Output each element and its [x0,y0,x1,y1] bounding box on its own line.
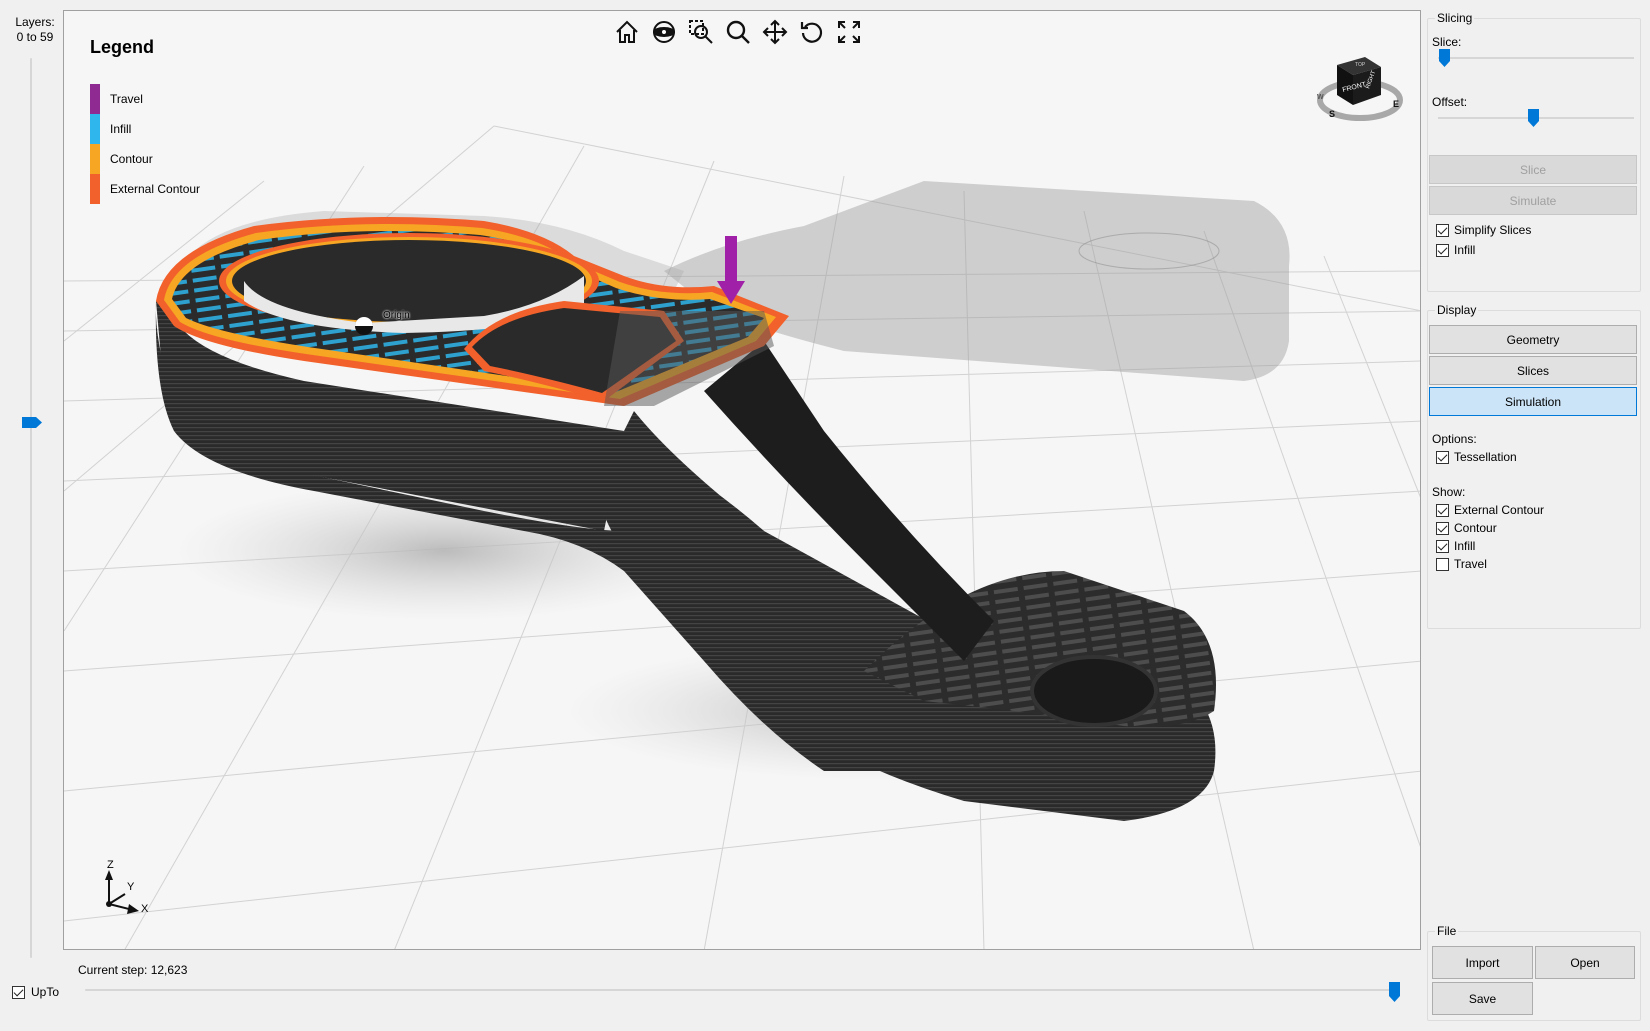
tessellation-label: Tessellation [1454,450,1517,464]
fit-screen-icon[interactable] [834,17,864,47]
view-cube[interactable]: FRONT RIGHT TOP S E W [1315,45,1405,125]
simulation-button[interactable]: Simulation [1429,387,1637,416]
slicing-group: Slicing Slice: Offset: Slice Simulate Si… [1427,11,1641,292]
zoom-window-icon[interactable] [686,17,716,47]
scene-canvas[interactable] [64,11,1421,950]
legend-item-contour: Contour [90,144,153,174]
layers-range: 0 to 59 [16,30,54,44]
axis-y-label: Y [127,881,135,893]
upto-checkbox[interactable]: UpTo [12,985,59,999]
simplify-slices-label: Simplify Slices [1454,223,1532,237]
step-slider-track[interactable] [85,989,1395,991]
offset-label: Offset: [1432,95,1468,109]
axis-x-label: X [141,903,149,915]
legend-swatch-infill [90,114,100,144]
pan-icon[interactable] [760,17,790,47]
legend-item-infill: Infill [90,114,131,144]
show-travel-label: Travel [1454,557,1487,571]
file-title: File [1435,924,1459,938]
offset-slider-thumb[interactable] [1528,109,1539,127]
tessellation-checkbox[interactable]: Tessellation [1436,450,1517,464]
lower-hole [1030,655,1158,727]
legend-title: Legend [90,37,155,57]
show-infill-label: Infill [1454,539,1476,553]
show-label: Show: [1432,485,1466,499]
show-infill-box[interactable] [1436,539,1449,553]
axis-z-label: Z [107,859,114,871]
viewcube-top: TOP [1355,62,1366,68]
show-contour-checkbox[interactable]: Contour [1436,521,1497,535]
open-button[interactable]: Open [1535,946,1635,979]
simplify-slices-box[interactable] [1436,223,1449,237]
slicing-title: Slicing [1435,11,1475,25]
view-toolbar [612,17,864,47]
show-external-contour-checkbox[interactable]: External Contour [1436,503,1544,517]
display-group: Display Geometry Slices Simulation Optio… [1427,303,1641,629]
slice-label: Slice: [1432,35,1462,49]
origin-marker [355,317,373,335]
legend-item-external-contour: External Contour [90,174,200,204]
import-button[interactable]: Import [1432,946,1533,979]
slicing-infill-box[interactable] [1436,243,1449,257]
legend-label: Infill [110,122,132,136]
legend-label: Contour [110,152,153,166]
slicing-infill-label: Infill [1454,243,1476,257]
legend-swatch-travel [90,84,100,114]
show-travel-box[interactable] [1436,557,1449,571]
legend-swatch-contour [90,144,100,174]
slice-slider-track[interactable] [1438,57,1634,59]
layers-label: Layers: 0 to 59 [10,15,60,45]
show-infill-checkbox[interactable]: Infill [1436,539,1475,553]
compass-e: E [1393,99,1399,109]
geometry-button[interactable]: Geometry [1429,325,1637,354]
file-group: File Import Open Save [1427,924,1641,1021]
simulate-button[interactable]: Simulate [1429,186,1637,215]
compass-w: W [1317,94,1324,101]
slice-slider-thumb[interactable] [1439,49,1450,67]
show-contour-label: Contour [1454,521,1497,535]
legend-label: Travel [110,92,143,106]
save-button[interactable]: Save [1432,982,1533,1015]
legend-swatch-external-contour [90,174,100,204]
zoom-icon[interactable] [723,17,753,47]
upto-checkbox-box[interactable] [12,985,25,999]
viewport-3d[interactable]: Legend Travel Infill Contour External Co… [63,10,1421,950]
show-travel-checkbox[interactable]: Travel [1436,557,1487,571]
current-step-label: Current step: 12,623 [78,963,188,977]
axis-triad: Z Y X [105,859,149,915]
layer-slider-track[interactable] [30,58,32,958]
origin-label: Origin [383,310,410,321]
simplify-slices-checkbox[interactable]: Simplify Slices [1436,223,1531,237]
display-title: Display [1435,303,1479,317]
legend-item-travel: Travel [90,84,143,114]
upto-label: UpTo [31,985,60,999]
home-icon[interactable] [612,17,642,47]
slices-button[interactable]: Slices [1429,356,1637,385]
show-external-contour-box[interactable] [1436,503,1449,517]
tessellation-box[interactable] [1436,450,1449,464]
options-label: Options: [1432,432,1477,446]
rotate-icon[interactable] [797,17,827,47]
layer-slider-thumb[interactable] [22,417,42,428]
step-slider-thumb[interactable] [1389,982,1400,1002]
show-contour-box[interactable] [1436,521,1449,535]
slicing-infill-checkbox[interactable]: Infill [1436,243,1475,257]
slice-button[interactable]: Slice [1429,155,1637,184]
compass-s: S [1329,109,1335,119]
layers-title: Layers: [15,15,55,29]
legend-label: External Contour [110,182,201,196]
show-external-contour-label: External Contour [1454,503,1545,517]
view-orbit-icon[interactable] [649,17,679,47]
